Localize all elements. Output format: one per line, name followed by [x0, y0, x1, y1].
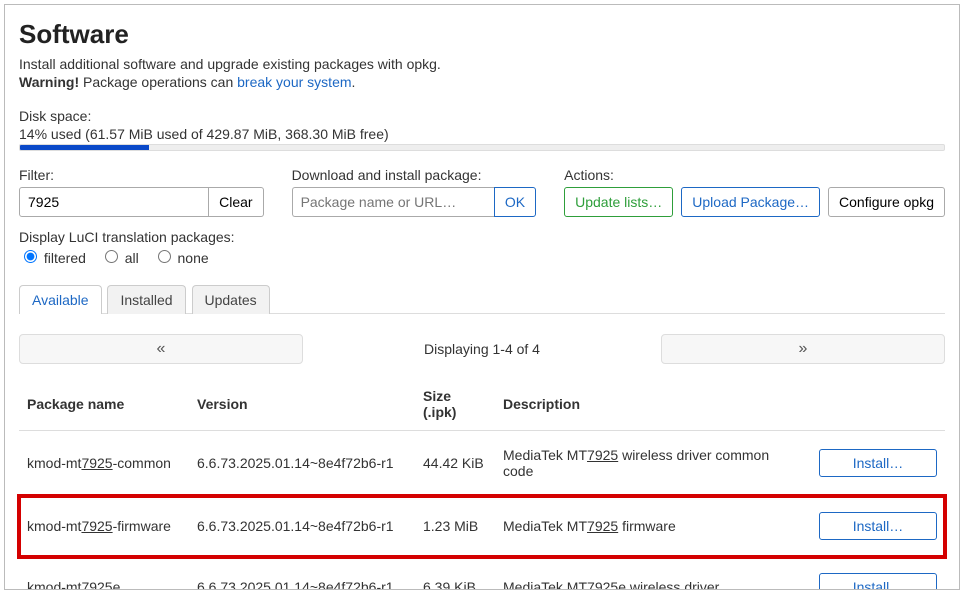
package-version: 6.6.73.2025.01.14~8e4f72b6-r1	[189, 431, 415, 496]
col-header-name: Package name	[19, 378, 189, 431]
actions-label: Actions:	[564, 167, 945, 183]
filter-input[interactable]	[19, 187, 209, 217]
warning-tail: .	[352, 74, 356, 90]
disk-space-label: Disk space:	[19, 108, 945, 124]
pager-next-button[interactable]: »	[661, 334, 945, 364]
package-size: 1.23 MiB	[415, 496, 495, 557]
pager-text: Displaying 1-4 of 4	[303, 341, 661, 357]
table-row: kmod-mt7925-common6.6.73.2025.01.14~8e4f…	[19, 431, 945, 496]
package-description: MediaTek MT7925 firmware	[495, 496, 811, 557]
translation-packages-label: Display LuCI translation packages:	[19, 229, 945, 245]
configure-opkg-button[interactable]: Configure opkg	[828, 187, 945, 217]
package-name: kmod-mt7925-firmware	[19, 496, 189, 557]
package-url-input[interactable]	[292, 187, 494, 217]
package-description: MediaTek MT7925e wireless driver	[495, 557, 811, 591]
install-button[interactable]: Install…	[819, 449, 937, 477]
table-row: kmod-mt7925-firmware6.6.73.2025.01.14~8e…	[19, 496, 945, 557]
download-label: Download and install package:	[292, 167, 537, 183]
package-description: MediaTek MT7925 wireless driver common c…	[495, 431, 811, 496]
upload-package-button[interactable]: Upload Package…	[681, 187, 820, 217]
package-version: 6.6.73.2025.01.14~8e4f72b6-r1	[189, 496, 415, 557]
warning-label: Warning!	[19, 74, 79, 90]
table-row: kmod-mt7925e6.6.73.2025.01.14~8e4f72b6-r…	[19, 557, 945, 591]
package-size: 6.39 KiB	[415, 557, 495, 591]
radio-filtered[interactable]: filtered	[19, 250, 86, 266]
pager-prev-button[interactable]: «	[19, 334, 303, 364]
install-button[interactable]: Install…	[819, 573, 937, 590]
col-header-version: Version	[189, 378, 415, 431]
col-header-size: Size (.ipk)	[415, 378, 495, 431]
ok-button[interactable]: OK	[494, 187, 536, 217]
clear-filter-button[interactable]: Clear	[209, 187, 263, 217]
package-name: kmod-mt7925-common	[19, 431, 189, 496]
package-version: 6.6.73.2025.01.14~8e4f72b6-r1	[189, 557, 415, 591]
warning-text: Package operations can	[79, 74, 237, 90]
package-size: 44.42 KiB	[415, 431, 495, 496]
install-button[interactable]: Install…	[819, 512, 937, 540]
intro-warning: Warning! Package operations can break yo…	[19, 74, 945, 90]
intro-line1: Install additional software and upgrade …	[19, 56, 945, 72]
break-system-link[interactable]: break your system	[237, 74, 351, 90]
radio-all[interactable]: all	[100, 250, 139, 266]
tab-updates[interactable]: Updates	[192, 285, 270, 314]
tab-installed[interactable]: Installed	[107, 285, 185, 314]
filter-label: Filter:	[19, 167, 264, 183]
update-lists-button[interactable]: Update lists…	[564, 187, 673, 217]
disk-progress	[19, 144, 945, 151]
disk-space-text: 14% used (61.57 MiB used of 429.87 MiB, …	[19, 126, 945, 142]
package-table: Package name Version Size (.ipk) Descrip…	[19, 378, 945, 590]
disk-progress-fill	[20, 145, 149, 150]
col-header-desc: Description	[495, 378, 811, 431]
package-name: kmod-mt7925e	[19, 557, 189, 591]
tab-available[interactable]: Available	[19, 285, 102, 314]
radio-none[interactable]: none	[153, 250, 209, 266]
page-title: Software	[19, 19, 945, 50]
